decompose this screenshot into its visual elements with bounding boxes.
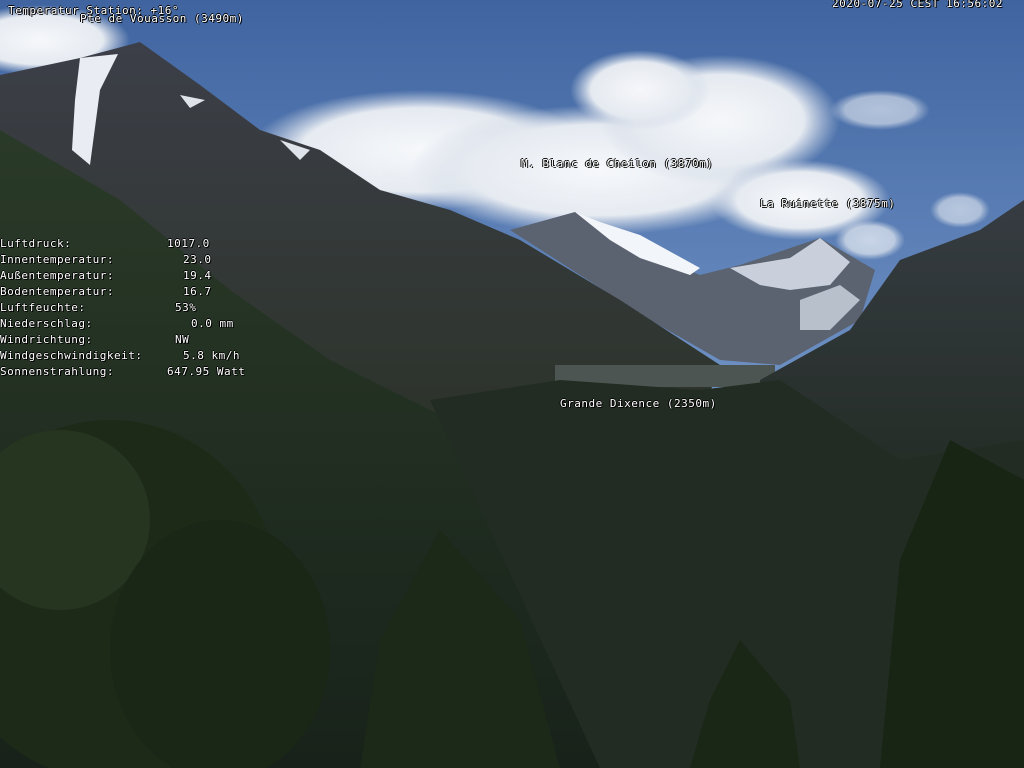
weather-label: Innentemperatur: [0,253,114,266]
weather-label: Außentemperatur: [0,269,114,282]
weather-value: 5.8 km/h [183,349,240,362]
weather-label: Bodentemperatur: [0,285,114,298]
weather-value: 0.0 mm [191,317,234,330]
weather-row-outdoor-temp: Außentemperatur: 19.4 [0,268,270,284]
weather-label: Windgeschwindigkeit: [0,349,143,362]
weather-row-humidity: Luftfeuchte: 53% [0,300,270,316]
weather-value: 23.0 [183,253,212,266]
weather-value: NW [175,333,190,346]
weather-label: Sonnenstrahlung: [0,365,114,378]
weather-panel: Luftdruck: 1017.0 Innentemperatur: 23.0 … [0,236,270,386]
weather-value: 19.4 [183,269,212,282]
weather-row-pressure: Luftdruck: 1017.0 [0,236,270,252]
weather-label: Windrichtung: [0,333,93,346]
weather-row-ground-temp: Bodentemperatur: 16.7 [0,284,270,300]
peak-label-cheilon: M. Blanc de Cheilon (3870m) [521,157,714,170]
weather-row-indoor-temp: Innentemperatur: 23.0 [0,252,270,268]
weather-row-solar-radiation: Sonnenstrahlung: 647.95 Watt [0,364,270,380]
weather-row-wind-direction: Windrichtung: NW [0,332,270,348]
weather-row-wind-speed: Windgeschwindigkeit: 5.8 km/h [0,348,270,364]
weather-value: 53% [175,301,197,314]
weather-label: Niederschlag: [0,317,93,330]
weather-value: 1017.0 [167,237,210,250]
weather-value: 647.95 Watt [167,365,246,378]
peak-label-dixence: Grande Dixence (2350m) [560,397,717,410]
timestamp: 2020-07-25 CEST 16:56:02 [832,0,1003,10]
weather-label: Luftfeuchte: [0,301,86,314]
weather-label: Luftdruck: [0,237,72,250]
weather-row-precipitation: Niederschlag: 0.0 mm [0,316,270,332]
peak-label-ruinette: La Ruinette (3875m) [760,197,896,210]
peak-label-vouasson: Pte de Vouasson (3490m) [80,12,244,25]
weather-value: 16.7 [183,285,212,298]
